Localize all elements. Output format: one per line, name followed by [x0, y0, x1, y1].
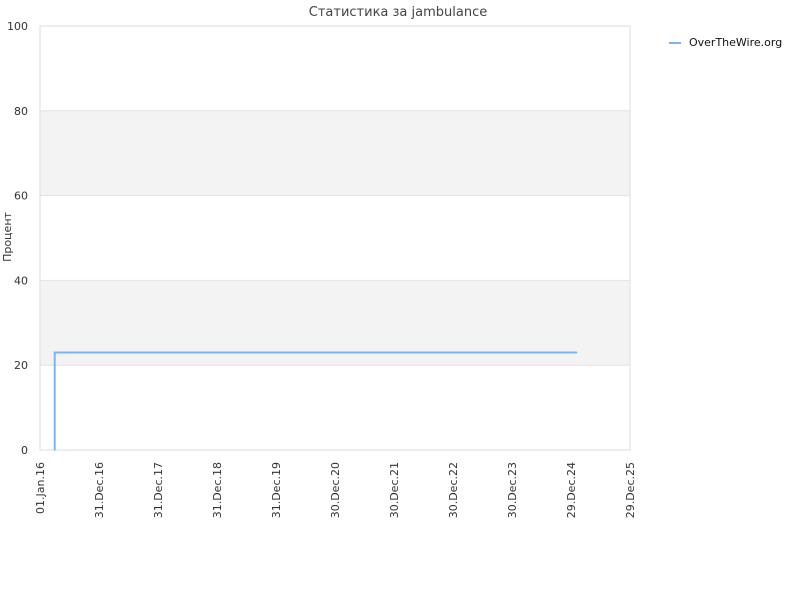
x-tick-label: 30.Dec.22 [447, 462, 460, 518]
x-tick-label: 31.Dec.16 [93, 462, 106, 518]
chart-title: Статистика за jambulance [309, 5, 487, 20]
x-tick-label: 30.Dec.21 [388, 462, 401, 518]
legend-label: OverTheWire.org [689, 36, 782, 49]
plot-band [40, 195, 630, 281]
x-axis-ticks: 01.Jan.16 31.Dec.16 31.Dec.17 31.Dec.18 31.D… [34, 462, 637, 518]
series-point [53, 351, 56, 354]
x-tick-label: 31.Dec.19 [270, 462, 283, 518]
y-tick-label: 40 [14, 274, 28, 287]
plot-band [40, 110, 630, 196]
y-tick-label: 20 [14, 359, 28, 372]
plot-bands [40, 26, 630, 450]
y-tick-label: 0 [21, 444, 28, 457]
series-point [53, 449, 56, 451]
series-point [575, 351, 578, 354]
x-tick-label: 29.Dec.24 [565, 462, 578, 518]
y-tick-label: 100 [7, 20, 28, 33]
x-tick-label: 01.Jan.16 [34, 462, 47, 514]
chart: Статистика за jambulance 0 20 40 60 80 100 01… [1, 5, 782, 518]
x-tick-label: 30.Dec.23 [506, 462, 519, 518]
plot-band [40, 26, 630, 111]
x-tick-label: 29.Dec.25 [624, 462, 637, 518]
y-tick-label: 60 [14, 190, 28, 203]
legend: OverTheWire.org [669, 36, 782, 49]
x-tick-label: 31.Dec.18 [211, 462, 224, 518]
plot-band [40, 365, 630, 450]
y-axis-label: Процент [1, 211, 14, 261]
x-tick-label: 31.Dec.17 [152, 462, 165, 518]
x-tick-label: 30.Dec.20 [329, 462, 342, 518]
y-tick-label: 80 [14, 105, 28, 118]
